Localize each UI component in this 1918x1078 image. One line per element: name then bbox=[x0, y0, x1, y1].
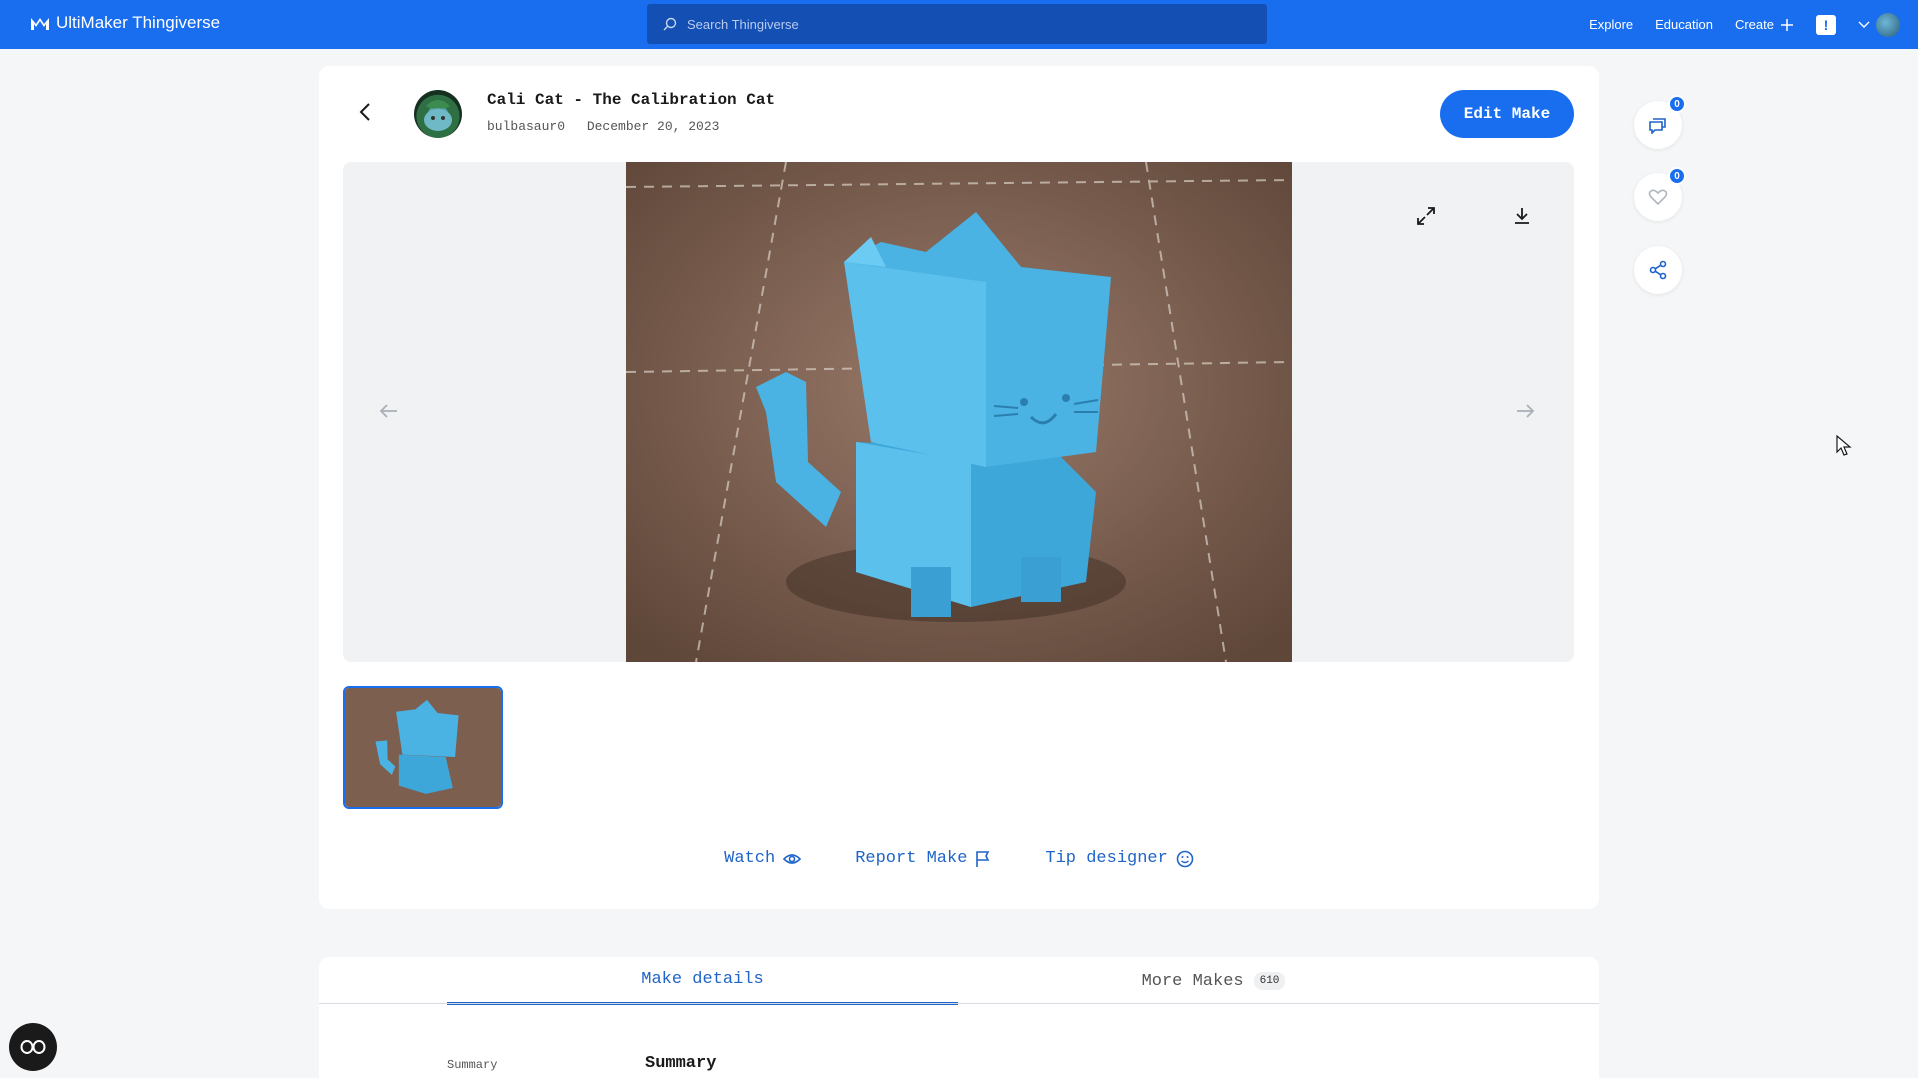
brand-name: UltiMaker Thingiverse bbox=[56, 13, 221, 32]
make-card: Cali Cat - The Calibration Cat bulbasaur… bbox=[319, 66, 1599, 909]
summary-nav-label[interactable]: Summary bbox=[447, 1058, 497, 1072]
share-icon bbox=[1649, 260, 1667, 280]
tab-make-details[interactable]: Make details bbox=[447, 957, 958, 1005]
tab-more-makes[interactable]: More Makes 610 bbox=[958, 957, 1469, 1005]
nav-create-label: Create bbox=[1734, 17, 1774, 32]
summary-heading: Summary bbox=[645, 1054, 717, 1073]
watch-label: Watch bbox=[724, 849, 776, 868]
cookie-settings-button[interactable] bbox=[9, 1023, 57, 1071]
chevron-down-icon[interactable] bbox=[1858, 21, 1870, 29]
image-thumbnail[interactable] bbox=[343, 686, 503, 809]
details-card: Make details More Makes 610 Summary Summ… bbox=[319, 957, 1599, 1078]
like-button[interactable]: 0 bbox=[1634, 167, 1686, 221]
cookie-settings-icon bbox=[20, 1040, 46, 1054]
comments-button[interactable]: 0 bbox=[1634, 95, 1686, 149]
nav-explore[interactable]: Explore bbox=[1589, 17, 1633, 32]
make-title: Cali Cat - The Calibration Cat bbox=[487, 91, 776, 109]
notification-alert-button[interactable]: ! bbox=[1816, 14, 1836, 35]
tab-divider bbox=[319, 1003, 1599, 1004]
top-navbar: UltiMaker Thingiverse Explore Education … bbox=[0, 0, 1918, 49]
tip-designer-button[interactable]: Tip designer bbox=[1045, 849, 1194, 868]
brand-logo[interactable]: UltiMaker Thingiverse bbox=[30, 13, 220, 33]
author-name[interactable]: bulbasaur0 bbox=[487, 119, 565, 134]
main-make-image bbox=[626, 162, 1292, 662]
search-icon bbox=[663, 17, 677, 31]
mouse-cursor-icon bbox=[1836, 435, 1852, 456]
make-actions: Watch Report Make Tip designer bbox=[319, 849, 1599, 868]
flag-icon bbox=[976, 850, 990, 867]
plus-icon bbox=[1781, 18, 1793, 31]
nav-education[interactable]: Education bbox=[1655, 17, 1713, 32]
nav-links: Explore Education Create ! bbox=[1589, 0, 1918, 49]
likes-count: 0 bbox=[1668, 167, 1686, 185]
make-meta: bulbasaur0 December 20, 2023 bbox=[487, 119, 733, 134]
download-button[interactable] bbox=[1498, 192, 1546, 240]
tip-label: Tip designer bbox=[1045, 849, 1168, 868]
eye-icon bbox=[783, 853, 802, 864]
tab-make-details-label: Make details bbox=[641, 970, 764, 989]
image-viewer bbox=[343, 162, 1574, 662]
avatar-image bbox=[424, 100, 452, 131]
report-make-button[interactable]: Report Make bbox=[855, 849, 991, 868]
comments-count: 0 bbox=[1668, 95, 1686, 113]
download-icon bbox=[1515, 208, 1529, 224]
author-avatar[interactable] bbox=[414, 90, 462, 138]
search-bar[interactable] bbox=[647, 4, 1267, 44]
share-button[interactable] bbox=[1634, 246, 1682, 294]
arrow-right-icon[interactable] bbox=[1511, 397, 1539, 425]
search-input[interactable] bbox=[687, 16, 1247, 32]
comment-icon bbox=[1649, 118, 1666, 134]
more-makes-count-badge: 610 bbox=[1253, 972, 1286, 990]
heart-icon bbox=[1648, 189, 1668, 206]
arrow-left-icon[interactable] bbox=[375, 397, 403, 425]
nav-create[interactable]: Create bbox=[1735, 17, 1794, 32]
back-arrow-icon[interactable] bbox=[354, 100, 378, 124]
ultimaker-logo-icon bbox=[31, 18, 49, 30]
report-label: Report Make bbox=[855, 849, 968, 868]
expand-button[interactable] bbox=[1402, 192, 1450, 240]
make-date: December 20, 2023 bbox=[586, 119, 720, 134]
edit-make-button[interactable]: Edit Make bbox=[1440, 90, 1574, 138]
user-avatar[interactable] bbox=[1876, 12, 1900, 37]
watch-button[interactable]: Watch bbox=[724, 849, 802, 868]
tab-more-makes-label: More Makes bbox=[1141, 971, 1244, 991]
thumbnail-image bbox=[345, 688, 501, 807]
smile-icon bbox=[1176, 850, 1194, 867]
expand-icon bbox=[1417, 207, 1435, 225]
